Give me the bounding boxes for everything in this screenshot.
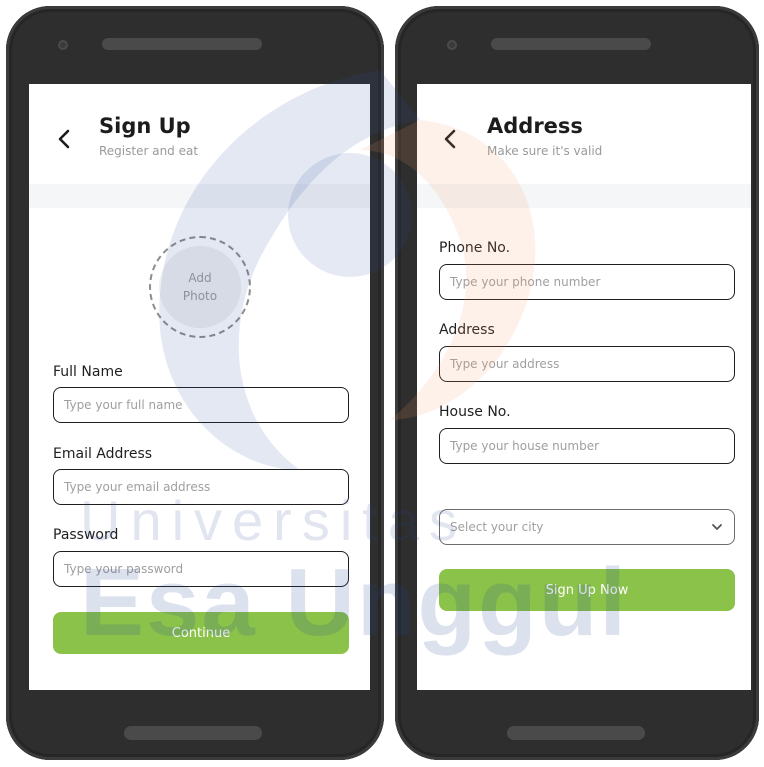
city-select-value: Select your city (450, 520, 544, 534)
header-divider (417, 184, 751, 208)
phone-label: Phone No. (439, 240, 511, 256)
phone-placeholder: Type your phone number (450, 275, 601, 289)
signup-header: Sign Up Register and eat (29, 84, 370, 184)
page-subtitle: Register and eat (99, 144, 199, 158)
address-placeholder: Type your address (450, 357, 560, 371)
address-input[interactable]: Type your address (439, 346, 735, 382)
back-arrow-icon[interactable] (53, 128, 75, 150)
house-label: House No. (439, 404, 511, 420)
home-indicator (124, 726, 262, 740)
address-screen: Address Make sure it's valid Phone No. T… (417, 84, 751, 690)
speaker-grille (491, 38, 651, 50)
page-title: Sign Up (99, 114, 191, 138)
home-indicator (507, 726, 645, 740)
address-header: Address Make sure it's valid (417, 84, 751, 184)
header-divider (29, 184, 370, 208)
photo-label-line2: Photo (182, 289, 218, 303)
photo-placeholder: Add Photo (159, 246, 241, 328)
password-label: Password (53, 527, 119, 543)
full-name-label: Full Name (53, 364, 123, 380)
city-select[interactable]: Select your city (439, 509, 735, 545)
email-input[interactable]: Type your email address (53, 469, 349, 505)
signup-screen: Sign Up Register and eat Add Photo Full … (29, 84, 370, 690)
full-name-placeholder: Type your full name (64, 398, 183, 412)
speaker-grille (102, 38, 262, 50)
full-name-input[interactable]: Type your full name (53, 387, 349, 423)
camera-dot (447, 40, 457, 50)
back-arrow-icon[interactable] (439, 128, 461, 150)
phone-frame-left: Sign Up Register and eat Add Photo Full … (6, 6, 384, 760)
house-placeholder: Type your house number (450, 439, 600, 453)
sign-up-now-button[interactable]: Sign Up Now (439, 569, 735, 611)
phone-input[interactable]: Type your phone number (439, 264, 735, 300)
house-input[interactable]: Type your house number (439, 428, 735, 464)
page-subtitle: Make sure it's valid (487, 144, 603, 158)
camera-dot (58, 40, 68, 50)
email-placeholder: Type your email address (64, 480, 211, 494)
page-title: Address (487, 114, 583, 138)
phone-frame-right: Address Make sure it's valid Phone No. T… (395, 6, 759, 760)
chevron-down-icon (712, 524, 722, 530)
password-placeholder: Type your password (64, 562, 184, 576)
photo-label-line1: Add (188, 271, 212, 285)
email-label: Email Address (53, 446, 153, 462)
add-photo-button[interactable]: Add Photo (149, 236, 251, 338)
password-input[interactable]: Type your password (53, 551, 349, 587)
continue-button[interactable]: Continue (53, 612, 349, 654)
address-label: Address (439, 322, 495, 338)
